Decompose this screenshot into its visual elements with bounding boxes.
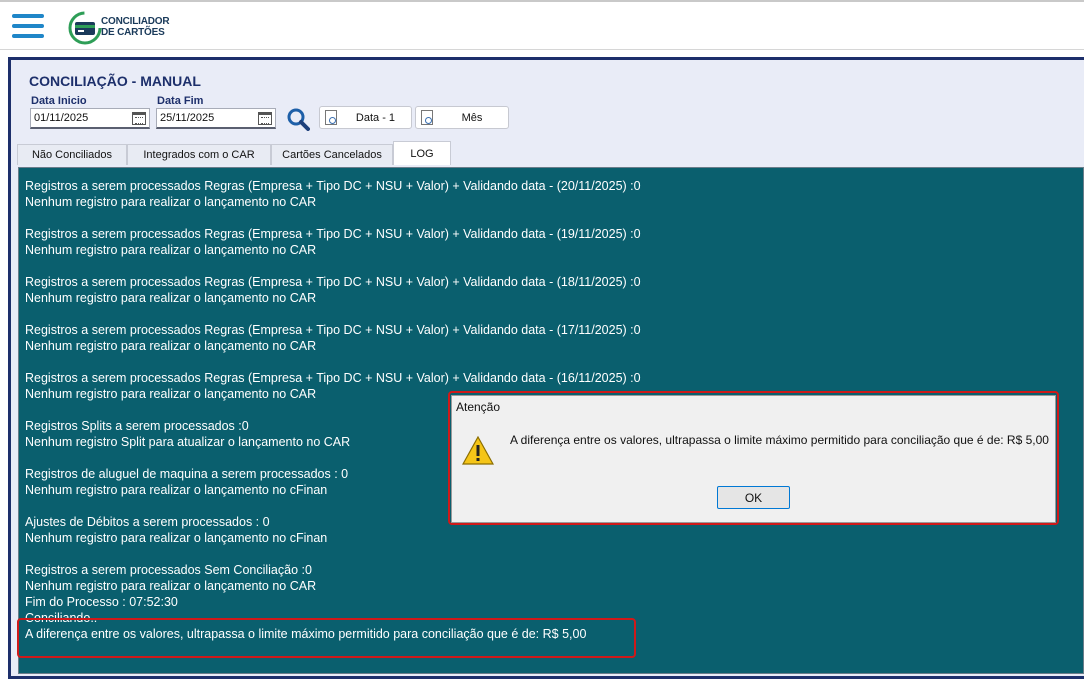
tab-nao-conciliados[interactable]: Não Conciliados	[17, 144, 127, 165]
search-icon[interactable]	[286, 107, 310, 131]
error-highlight-box	[17, 618, 636, 658]
dialog-message: A diferença entre os valores, ultrapassa…	[510, 433, 1049, 447]
log-line: Nenhum registro para realizar o lançamen…	[25, 291, 317, 305]
calendar-icon[interactable]	[132, 112, 146, 125]
end-date-value: 25/11/2025	[160, 112, 215, 124]
log-line: Nenhum registro para realizar o lançamen…	[25, 243, 317, 257]
logo-icon	[68, 11, 102, 45]
end-date-label: Data Fim	[157, 95, 204, 107]
calendar-icon[interactable]	[258, 112, 272, 125]
hamburger-menu-icon[interactable]	[12, 14, 44, 42]
month-button[interactable]: Mês	[415, 106, 509, 129]
data-minus-one-label: Data - 1	[355, 112, 396, 124]
month-label: Mês	[461, 112, 483, 124]
log-line: Registros a serem processados Regras (Em…	[25, 179, 641, 193]
tab-log[interactable]: LOG	[393, 141, 451, 165]
document-search-icon	[325, 110, 337, 125]
log-line: Registros a serem processados Regras (Em…	[25, 275, 641, 289]
document-search-icon	[421, 110, 433, 125]
warning-icon	[462, 436, 494, 465]
log-line: Nenhum registro para realizar o lançamen…	[25, 579, 317, 593]
logo-text: CONCILIADOR DE CARTÕES	[101, 16, 170, 38]
top-bar: CONCILIADOR DE CARTÕES	[0, 0, 1084, 50]
log-line: Registros a serem processados Regras (Em…	[25, 371, 641, 385]
log-line: Nenhum registro para realizar o lançamen…	[25, 339, 317, 353]
alert-dialog: Atenção A diferença entre os valores, ul…	[451, 395, 1056, 523]
start-date-label: Data Inicio	[31, 95, 87, 107]
dialog-title: Atenção	[456, 400, 501, 414]
filter-header: CONCILIAÇÃO - MANUAL Data Inicio 01/11/2…	[11, 60, 1084, 165]
end-date-field[interactable]: 25/11/2025	[156, 108, 276, 129]
tab-integrados-car[interactable]: Integrados com o CAR	[127, 144, 271, 165]
start-date-value: 01/11/2025	[34, 112, 89, 124]
logo-line2: DE CARTÕES	[101, 27, 165, 38]
start-date-field[interactable]: 01/11/2025	[30, 108, 150, 129]
log-line: Registros a serem processados Regras (Em…	[25, 227, 641, 241]
log-line: Registros a serem processados Regras (Em…	[25, 323, 641, 337]
tab-cartoes-cancelados[interactable]: Cartões Cancelados	[271, 144, 393, 165]
log-line: Nenhum registro para realizar o lançamen…	[25, 195, 317, 209]
main-window: CONCILIAÇÃO - MANUAL Data Inicio 01/11/2…	[8, 57, 1084, 679]
data-minus-one-button[interactable]: Data - 1	[319, 106, 412, 129]
log-line: Fim do Processo : 07:52:30	[25, 595, 178, 609]
log-line: Nenhum registro para realizar o lançamen…	[25, 531, 328, 545]
log-line: Registros a serem processados Sem Concil…	[25, 563, 312, 577]
page-title: CONCILIAÇÃO - MANUAL	[29, 73, 201, 89]
logo-line1: CONCILIADOR	[101, 16, 170, 27]
ok-button[interactable]: OK	[717, 486, 790, 509]
